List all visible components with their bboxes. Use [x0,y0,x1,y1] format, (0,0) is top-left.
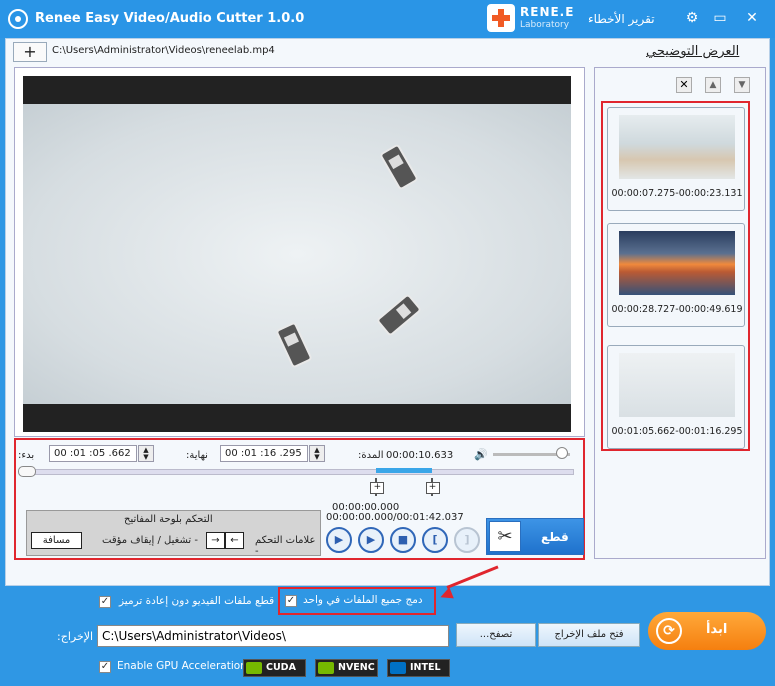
nvidia-icon [246,662,262,674]
preview-title[interactable]: العرض التوضيحي [646,44,739,59]
clip-list: 00:00:07.275-00:00:23.131 00:00:28.727-0… [601,101,750,451]
video-frame [14,67,585,437]
left-key: ← [225,532,244,549]
start-button[interactable]: ⟳ ابدأ [648,612,766,650]
timeline-playhead[interactable] [18,466,36,477]
timeline-track[interactable] [22,469,574,475]
play-segment-button[interactable]: ▶ [358,527,384,553]
annotation-arrow-head [438,587,454,603]
end-label: :نهاية [186,450,208,461]
cut-button[interactable]: ✂ قطع [486,518,584,555]
clip-thumbnail [619,353,735,417]
keyboard-title: التحكم بلوحة المفاتيح [124,514,213,525]
end-marker-handle[interactable] [425,478,440,496]
end-time-spinner[interactable]: ▲ ▼ [309,445,325,462]
play-pause-label: تشغيل / إيقاف مؤقت - [102,535,198,546]
start-time-input[interactable]: 00 :01 :05 .662 [49,445,137,462]
clip-thumbnail [619,115,735,179]
badge-text: CUDA [266,662,296,673]
brand-sub: Laboratory [520,20,570,30]
cuda-badge: CUDA [243,659,306,677]
mark-start-button[interactable]: [ [422,527,448,553]
car-shape [378,143,420,191]
duration-value: 00:00:10.633 [386,450,454,461]
merge-checkbox[interactable]: ✓ [285,595,297,607]
move-up-icon[interactable]: ▲ [705,77,721,93]
intel-badge: INTEL [387,659,450,677]
car-shape [275,321,313,369]
timeline-selection [376,468,432,473]
close-icon[interactable]: ✕ [743,9,761,27]
cut-label: قطع [541,530,569,544]
duration-label: :المدة [358,450,384,461]
end-time-input[interactable]: 00 :01 :16 .295 [220,445,308,462]
move-down-icon[interactable]: ▼ [734,77,750,93]
clip-time-range: 00:00:07.275-00:00:23.131 [611,188,743,199]
total-time: 00:00:00.000/00:01:42.037 [326,512,464,523]
start-label: :بدء [18,450,35,461]
badge-text: INTEL [410,662,441,673]
cut-controls: :بدء 00 :01 :05 .662 ▲ ▼ :نهاية 00 :01 :1… [14,438,585,560]
car-shape [375,293,423,337]
play-button[interactable]: ▶ [326,527,352,553]
clip-thumbnail [619,231,735,295]
right-key: → [206,532,225,549]
stop-button[interactable]: ■ [390,527,416,553]
clip-item[interactable]: 00:01:05.662-00:01:16.295 [607,345,745,449]
add-file-button[interactable]: + [13,42,47,62]
badge-text: NVENC [338,662,375,673]
clip-time-range: 00:00:28.727-00:00:49.619 [611,304,743,315]
intel-icon [390,662,406,674]
delete-clip-icon[interactable]: ✕ [676,77,692,93]
file-path: C:\Users\Administrator\Videos\reneelab.m… [52,45,275,56]
title-bar: Renee Easy Video/Audio Cutter 1.0.0 RENE… [0,0,775,38]
scissors-icon: ✂ [489,521,521,552]
no-reencode-checkbox[interactable]: ✓ [99,596,111,608]
no-reencode-label: قطع ملفات الفيديو دون إعادة ترميز [119,595,275,607]
start-time-spinner[interactable]: ▲ ▼ [138,445,154,462]
refresh-icon: ⟳ [656,618,682,644]
main-panel: + C:\Users\Administrator\Videos\reneelab… [5,38,770,586]
volume-icon[interactable]: 🔊 [474,448,488,461]
open-output-folder-button[interactable]: فتح ملف الإخراج [538,623,640,647]
report-errors-link[interactable]: تقرير الأخطاء [588,12,655,26]
browse-button[interactable]: ...تصفح [456,623,536,647]
video-player[interactable] [23,76,571,432]
preview-panel: ✕ ▲ ▼ 00:00:07.275-00:00:23.131 00:00:28… [594,67,766,559]
mark-end-button[interactable]: ] [454,527,480,553]
gpu-checkbox[interactable]: ✓ [99,661,111,673]
clip-item[interactable]: 00:00:28.727-00:00:49.619 [607,223,745,327]
space-key: مسافة [31,532,82,549]
merge-label: دمج جميع الملفات في واحد [303,594,423,606]
keyboard-controls-panel: التحكم بلوحة المفاتيح علامات التحكم - → … [26,510,321,557]
video-frame-image [23,104,571,404]
app-title: Renee Easy Video/Audio Cutter 1.0.0 [35,11,305,26]
brand-logo: RENE.E Laboratory [487,3,577,33]
clip-time-range: 00:01:05.662-00:01:16.295 [611,426,743,437]
app-logo-icon [8,9,28,29]
brand-cross-icon [487,4,515,32]
clip-item[interactable]: 00:00:07.275-00:00:23.131 [607,107,745,211]
settings-icon[interactable]: ⚙ [683,9,701,27]
start-marker-handle[interactable] [369,478,385,496]
marks-label: علامات التحكم - [255,535,316,557]
volume-slider-thumb[interactable] [556,447,569,459]
nvidia-icon [318,662,334,674]
output-path-input[interactable] [97,625,449,647]
nvenc-badge: NVENC [315,659,378,677]
output-label: :الإخراج [57,630,94,643]
brand-name: RENE.E [520,5,575,19]
minimize-icon[interactable]: ▭ [711,9,729,27]
start-label-text: ابدأ [706,622,728,637]
gpu-label: Enable GPU Acceleration [117,660,247,672]
